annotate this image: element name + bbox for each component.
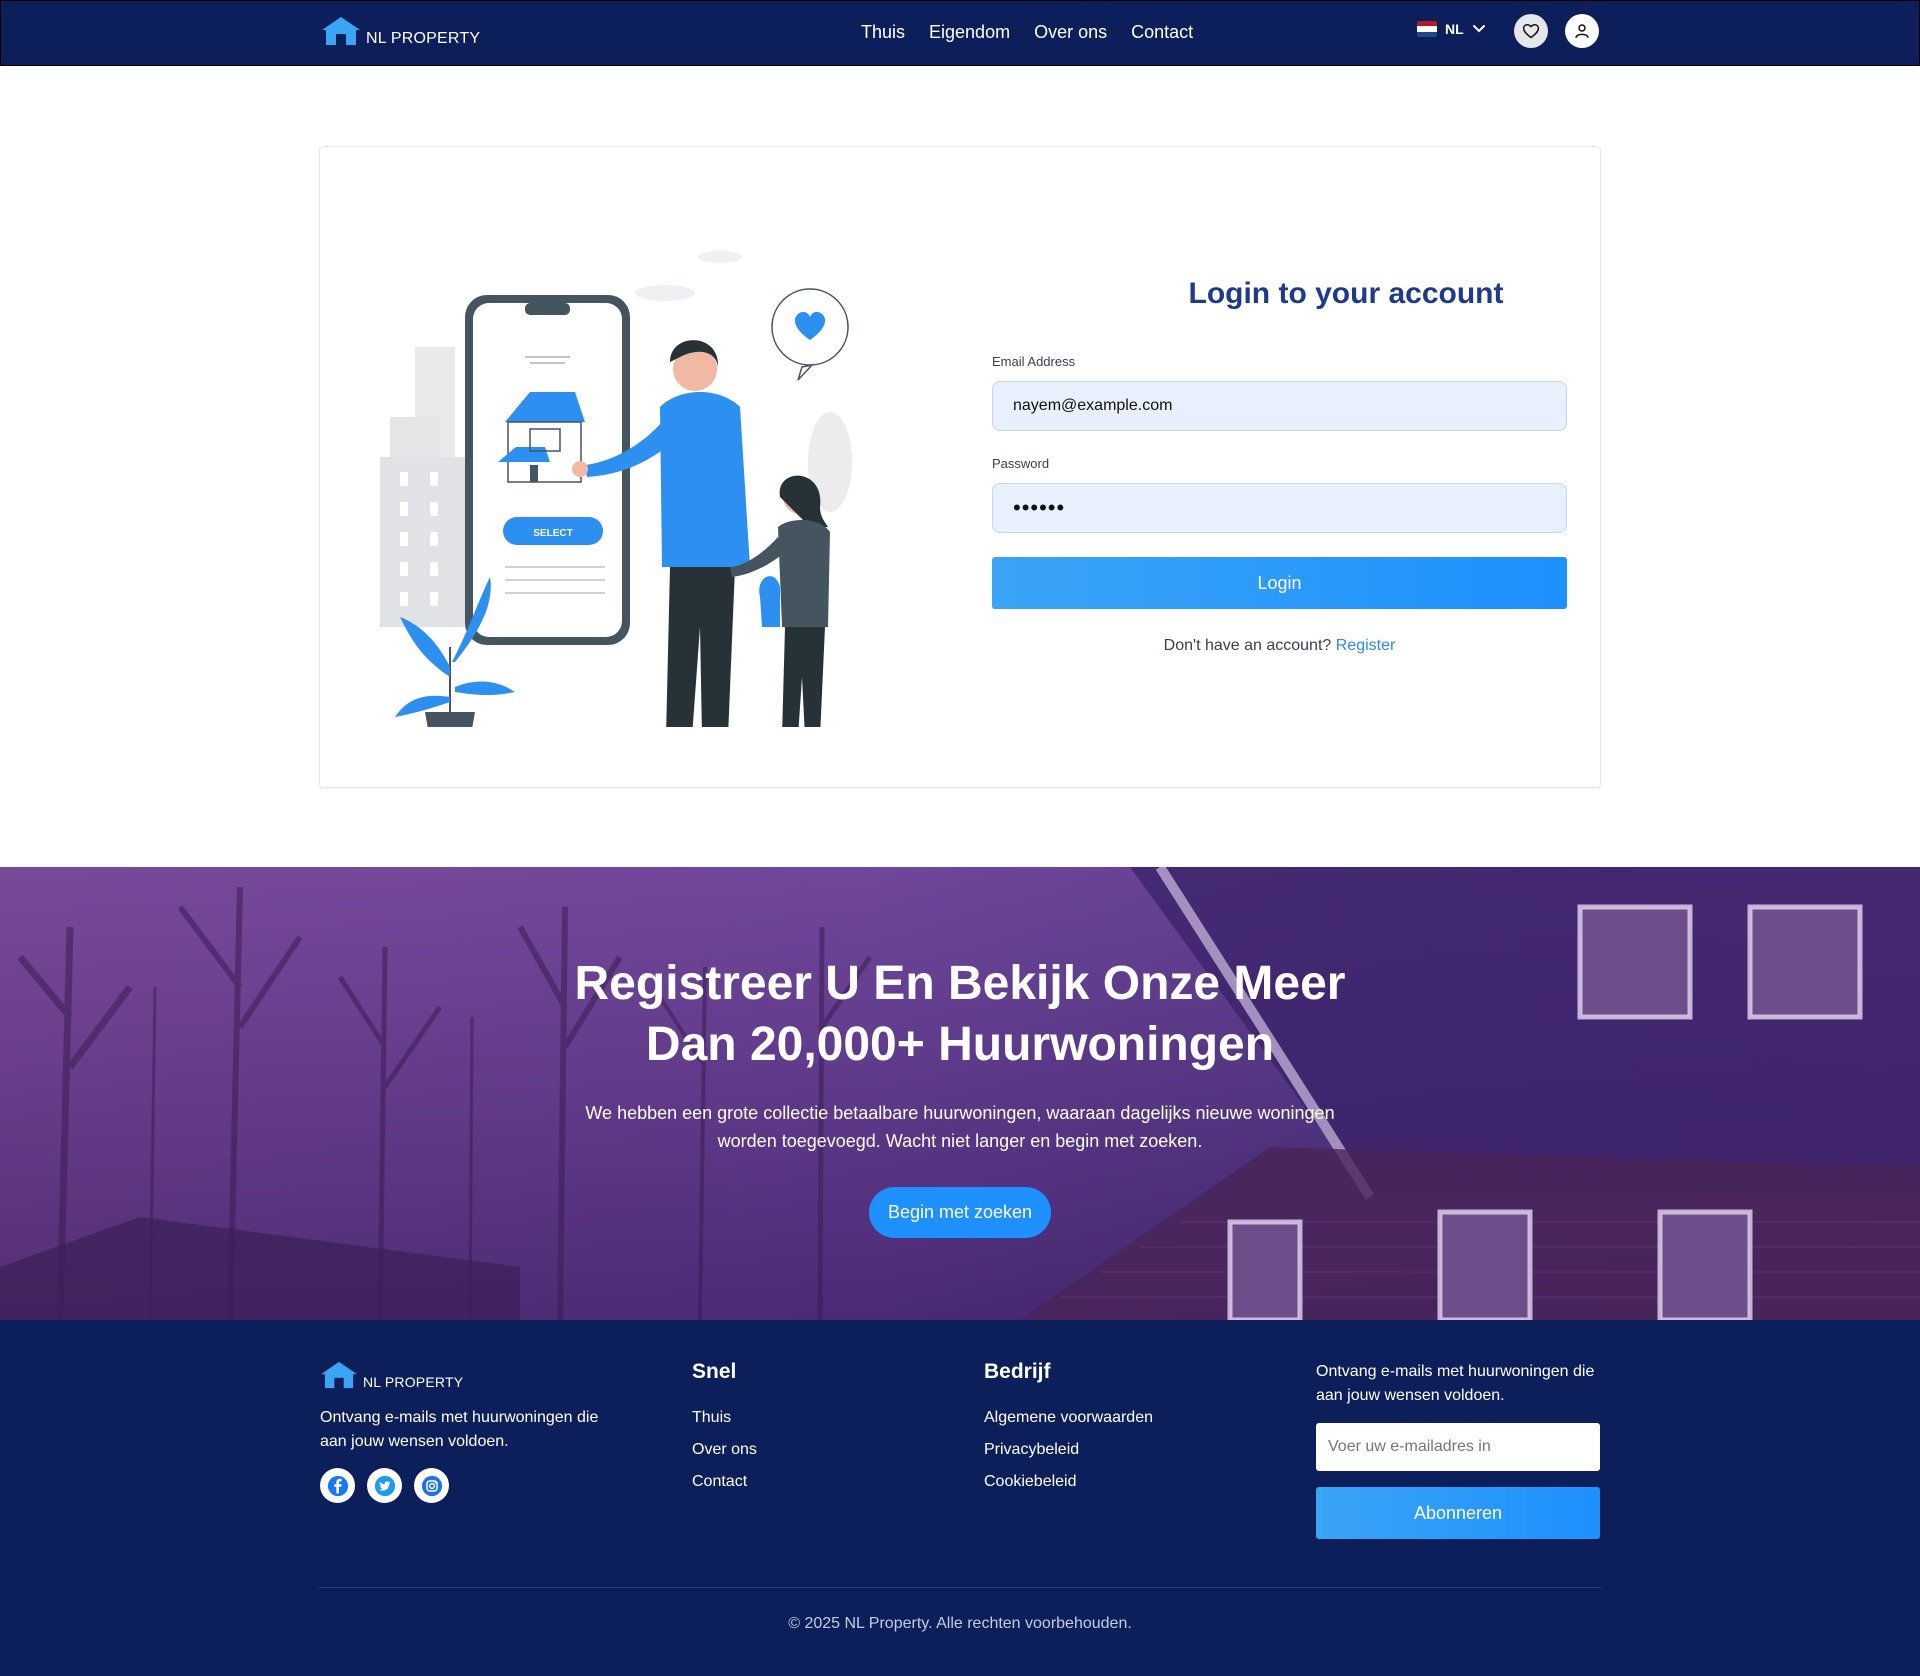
footer-brand-name: NL PROPERTY (363, 1374, 464, 1390)
twitter-link[interactable] (367, 1468, 402, 1503)
password-field[interactable]: •••••• (992, 483, 1567, 533)
start-search-button[interactable]: Begin met zoeken (869, 1187, 1051, 1238)
footer-brand-logo[interactable]: NL PROPERTY (319, 1360, 463, 1390)
main-nav: Thuis Eigendom Over ons Contact (861, 21, 1193, 43)
footer-quick-title: Snel (692, 1360, 737, 1383)
illustration-select-label: SELECT (533, 528, 572, 539)
footer-link-thuis[interactable]: Thuis (692, 1402, 757, 1434)
nav-over-ons[interactable]: Over ons (1034, 21, 1107, 43)
hero-subtitle: We hebben een grote collectie betaalbare… (580, 1099, 1340, 1155)
hero-title: Registreer U En Bekijk Onze Meer Dan 20,… (560, 953, 1360, 1075)
language-selector[interactable]: NL (1417, 21, 1486, 37)
login-button[interactable]: Login (992, 557, 1567, 609)
password-label: Password (992, 456, 1050, 471)
language-code: NL (1445, 21, 1464, 37)
heart-icon (1522, 24, 1540, 39)
house-logo-icon (322, 17, 360, 45)
login-card: SELECT Login to your account Email Addre… (319, 146, 1601, 788)
netherlands-flag-icon (1417, 21, 1437, 37)
brand-logo[interactable]: NL PROPERTY (320, 15, 480, 47)
chevron-down-icon (1472, 25, 1485, 33)
brand-name: NL PROPERTY (366, 30, 481, 47)
hero-background-image (0, 867, 1920, 1320)
register-link[interactable]: Register (1336, 637, 1396, 654)
footer-link-cookies[interactable]: Cookiebeleid (984, 1466, 1153, 1498)
facebook-icon (327, 1475, 348, 1496)
user-icon (1575, 24, 1589, 38)
signup-prompt-text: Don't have an account? (1163, 637, 1332, 654)
twitter-icon (374, 1475, 395, 1496)
footer-description: Ontvang e-mails met huurwoningen die aan… (320, 1409, 599, 1450)
newsletter-text: Ontvang e-mails met huurwoningen die aan… (1316, 1363, 1595, 1404)
favorites-button[interactable] (1514, 14, 1548, 48)
nav-contact[interactable]: Contact (1131, 21, 1193, 43)
footer-quick-links: Snel Thuis Over ons Contact (692, 1360, 757, 1498)
nav-eigendom[interactable]: Eigendom (929, 21, 1010, 43)
nav-thuis[interactable]: Thuis (861, 21, 905, 43)
footer-link-over-ons[interactable]: Over ons (692, 1434, 757, 1466)
email-label: Email Address (992, 354, 1076, 369)
footer-link-contact[interactable]: Contact (692, 1466, 757, 1498)
hero-subtitle-line1: We hebben een grote collectie betaalbare… (585, 1103, 1335, 1123)
footer-divider (319, 1587, 1601, 1588)
register-hero: Registreer U En Bekijk Onze Meer Dan 20,… (0, 867, 1920, 1320)
email-field[interactable]: nayem@example.com (992, 381, 1567, 431)
site-header: NL PROPERTY Thuis Eigendom Over ons Cont… (0, 0, 1920, 66)
signup-prompt: Don't have an account? Register (992, 637, 1567, 655)
subscribe-button[interactable]: Abonneren (1316, 1487, 1600, 1539)
property-search-illustration: SELECT (380, 251, 852, 727)
hero-title-line1: Registreer U En Bekijk Onze Meer (574, 957, 1346, 1010)
copyright: © 2025 NL Property. Alle rechten voorbeh… (788, 1615, 1132, 1632)
account-button[interactable] (1565, 14, 1599, 48)
site-footer: NL PROPERTY Ontvang e-mails met huurwoni… (0, 1320, 1920, 1676)
hero-title-line2: Dan 20,000+ Huurwoningen (645, 1018, 1275, 1071)
social-links (320, 1468, 449, 1503)
footer-company-title: Bedrijf (984, 1360, 1051, 1383)
instagram-link[interactable] (414, 1468, 449, 1503)
footer-link-privacy[interactable]: Privacybeleid (984, 1434, 1153, 1466)
newsletter-email-input[interactable] (1316, 1423, 1600, 1471)
footer-link-terms[interactable]: Algemene voorwaarden (984, 1402, 1153, 1434)
house-logo-icon (321, 1361, 357, 1389)
hero-subtitle-line2: worden toegevoegd. Wacht niet langer en … (717, 1131, 1203, 1151)
facebook-link[interactable] (320, 1468, 355, 1503)
login-title: Login to your account (1188, 277, 1504, 310)
footer-company-links: Bedrijf Algemene voorwaarden Privacybele… (984, 1360, 1153, 1498)
instagram-icon (421, 1475, 442, 1496)
